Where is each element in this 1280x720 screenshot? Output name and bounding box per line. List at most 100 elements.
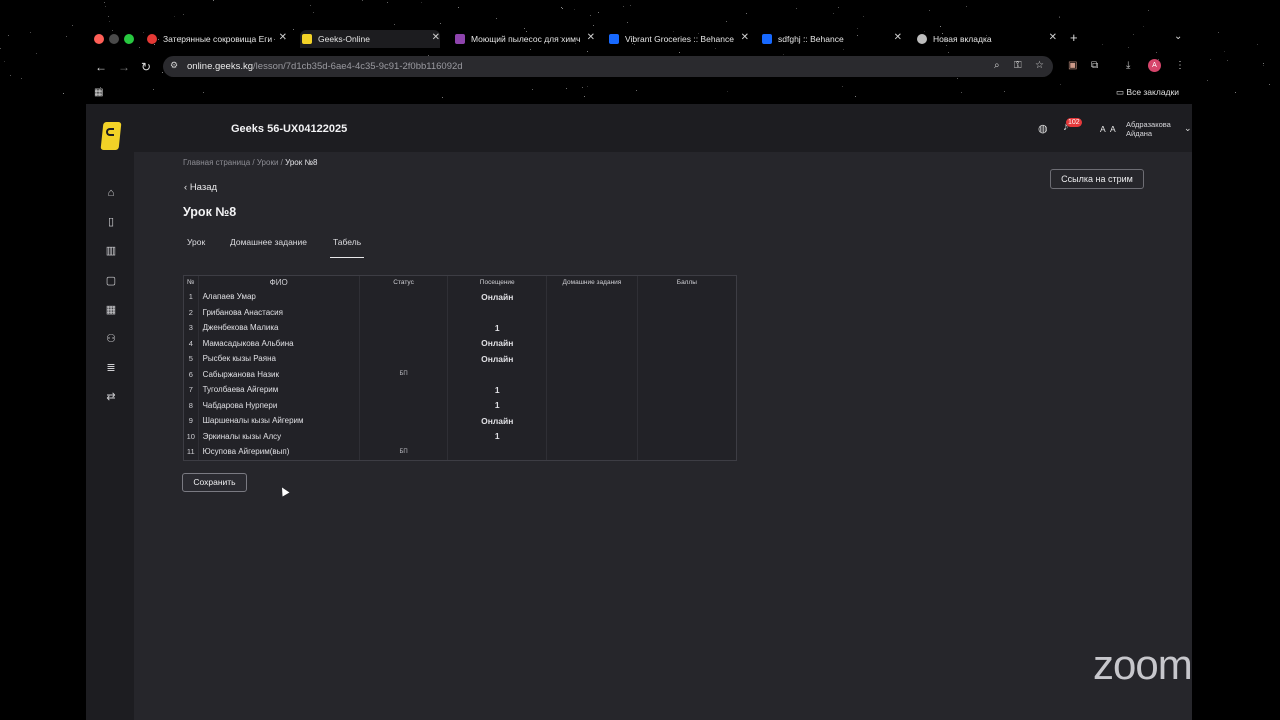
status-cell[interactable]: БП	[359, 366, 449, 382]
all-bookmarks-button[interactable]: ▭ Все закладки	[1116, 87, 1179, 98]
address-url[interactable]: online.geeks.kg/lesson/7d1cb35d-6ae4-4c3…	[187, 61, 463, 72]
close-tab-icon[interactable]: ✕	[587, 32, 595, 43]
status-cell[interactable]	[359, 428, 449, 444]
back-arrow-icon[interactable]: ←	[95, 60, 107, 74]
homework-cell[interactable]	[546, 351, 638, 367]
status-cell[interactable]	[359, 335, 449, 351]
browser-tab-2-active[interactable]: Geeks-Online ✕	[300, 30, 440, 48]
chevron-down-icon[interactable]: ⌄	[1184, 123, 1192, 134]
geeks-logo[interactable]	[100, 122, 122, 150]
user-name[interactable]: Абдразакова Айдана	[1126, 120, 1171, 138]
score-cell[interactable]	[637, 320, 736, 336]
status-cell[interactable]	[359, 320, 449, 336]
browser-menu-icon[interactable]: ⋮	[1175, 60, 1185, 71]
maximize-window-button[interactable]	[124, 34, 134, 44]
attendance-cell[interactable]: Онлайн	[447, 289, 548, 305]
attendance-cell[interactable]: Онлайн	[447, 335, 548, 351]
status-cell[interactable]: БП	[359, 444, 449, 460]
attendance-cell[interactable]: Онлайн	[447, 413, 548, 429]
avatar[interactable]: А А	[1100, 124, 1117, 134]
users-icon[interactable]: ⚇	[104, 332, 118, 346]
homework-cell[interactable]	[546, 428, 638, 444]
password-key-icon[interactable]: ⚿	[1014, 60, 1022, 71]
breadcrumb-lessons[interactable]: Уроки	[257, 158, 279, 167]
close-tab-icon[interactable]: ✕	[1049, 32, 1057, 43]
status-cell[interactable]	[359, 397, 449, 413]
homework-cell[interactable]	[546, 289, 638, 305]
back-button[interactable]: ‹ Назад	[184, 182, 217, 193]
score-cell[interactable]	[637, 398, 736, 414]
breadcrumb-home[interactable]: Главная страница	[183, 158, 250, 167]
score-cell[interactable]	[637, 367, 736, 383]
attendance-cell[interactable]	[447, 366, 548, 382]
open-book-icon[interactable]: ▥	[104, 244, 118, 258]
tab-title: Geeks-Online	[318, 34, 370, 44]
attendance-cell[interactable]	[447, 304, 548, 320]
table-icon[interactable]: ▦	[104, 303, 118, 317]
browser-tab-4[interactable]: Vibrant Groceries :: Behance ✕	[609, 30, 749, 48]
score-cell[interactable]	[637, 382, 736, 398]
status-cell[interactable]	[359, 382, 449, 398]
download-icon[interactable]: ⤓	[1126, 60, 1130, 71]
score-cell[interactable]	[637, 444, 736, 460]
stream-link-button[interactable]: Ссылка на стрим	[1050, 169, 1144, 189]
homework-cell[interactable]	[546, 320, 638, 336]
attendance-cell[interactable]: 1	[447, 397, 548, 413]
status-cell[interactable]	[359, 413, 449, 429]
new-tab-button[interactable]: +	[1070, 30, 1078, 45]
forward-arrow-icon[interactable]: →	[118, 60, 130, 74]
status-cell[interactable]	[359, 351, 449, 367]
column-header-homework: Домашние задания	[546, 276, 638, 289]
close-tab-icon[interactable]: ✕	[741, 32, 749, 43]
calendar-icon[interactable]: ▢	[104, 274, 118, 288]
tab-search-chevron-icon[interactable]: ⌄	[1174, 31, 1182, 42]
score-cell[interactable]	[637, 289, 736, 305]
status-cell[interactable]	[359, 304, 449, 320]
browser-tab-6[interactable]: Новая вкладка ✕	[917, 30, 1057, 48]
homework-cell[interactable]	[546, 397, 638, 413]
score-cell[interactable]	[637, 351, 736, 367]
list-icon[interactable]: ≣	[104, 361, 118, 375]
tab-lesson[interactable]: Урок	[187, 237, 205, 247]
score-cell[interactable]	[637, 336, 736, 352]
reload-icon[interactable]: ↻	[141, 60, 151, 74]
attendance-cell[interactable]: 1	[447, 320, 548, 336]
row-number: 9	[184, 413, 199, 429]
score-cell[interactable]	[637, 429, 736, 445]
extensions-puzzle-icon[interactable]: ⧉	[1091, 60, 1098, 71]
tab-timesheet[interactable]: Табель	[329, 237, 365, 258]
close-tab-icon[interactable]: ✕	[279, 32, 287, 43]
homework-cell[interactable]	[546, 382, 638, 398]
homework-cell[interactable]	[546, 413, 638, 429]
close-window-button[interactable]	[94, 34, 104, 44]
attendance-cell[interactable]	[447, 444, 548, 460]
home-icon[interactable]: ⌂	[104, 186, 118, 200]
status-cell[interactable]	[359, 289, 449, 305]
score-cell[interactable]	[637, 305, 736, 321]
extension-icon[interactable]: ▣	[1068, 60, 1077, 71]
book-icon[interactable]: ▯	[104, 215, 118, 229]
browser-tab-3[interactable]: Моющий пылесос для химч ✕	[455, 30, 595, 48]
zoom-magnifier-icon[interactable]: ⌕	[994, 60, 1000, 71]
profile-avatar[interactable]: A	[1148, 59, 1161, 72]
homework-cell[interactable]	[546, 444, 638, 460]
tab-homework[interactable]: Домашнее задание	[230, 237, 307, 247]
browser-tab-5[interactable]: sdfghj :: Behance ✕	[762, 30, 902, 48]
save-button[interactable]: Сохранить	[182, 473, 247, 492]
close-tab-icon[interactable]: ✕	[432, 32, 440, 43]
close-tab-icon[interactable]: ✕	[894, 32, 902, 43]
bookmark-star-icon[interactable]: ☆	[1035, 60, 1044, 71]
attendance-cell[interactable]: 1	[447, 428, 548, 444]
attendance-cell[interactable]: Онлайн	[447, 351, 548, 367]
globe-icon[interactable]: ◍	[1038, 122, 1048, 135]
apps-grid-icon[interactable]: ▦	[94, 87, 103, 98]
homework-cell[interactable]	[546, 366, 638, 382]
score-cell[interactable]	[637, 413, 736, 429]
site-settings-icon[interactable]: ⚙	[170, 60, 178, 71]
homework-cell[interactable]	[546, 304, 638, 320]
browser-tab-1[interactable]: Затерянные сокровища Еги ✕	[147, 30, 287, 48]
minimize-window-button[interactable]	[109, 34, 119, 44]
transfer-icon[interactable]: ⇄	[104, 390, 118, 404]
attendance-cell[interactable]: 1	[447, 382, 548, 398]
homework-cell[interactable]	[546, 335, 638, 351]
